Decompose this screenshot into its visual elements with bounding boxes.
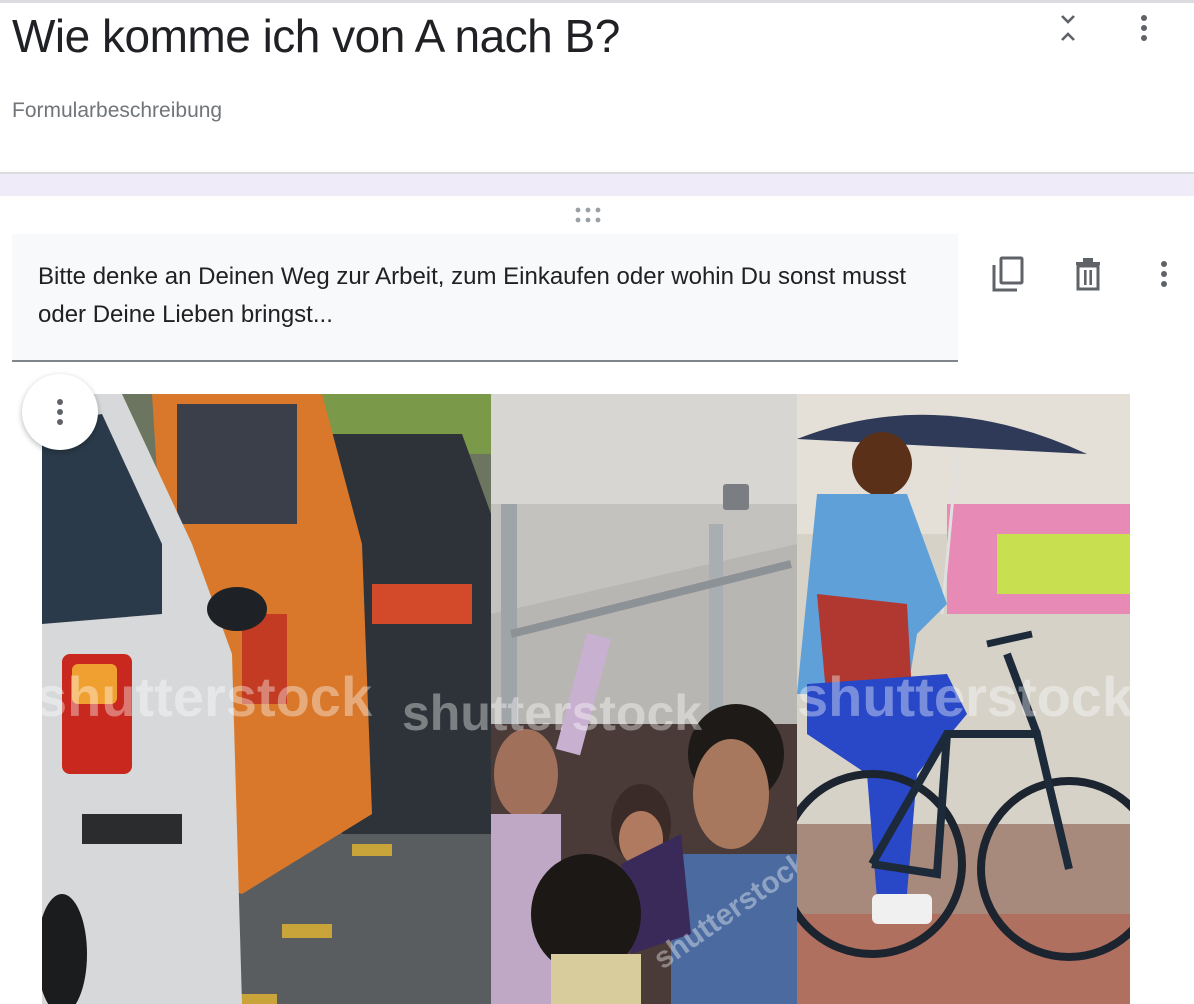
- subway-photo: shutterstock: [491, 394, 797, 1004]
- delete-icon: [1076, 258, 1100, 291]
- more-vert-icon: [1141, 15, 1147, 41]
- form-description-field[interactable]: Formularbeschreibung: [12, 97, 222, 125]
- section-gap: [0, 174, 1194, 196]
- traffic-jam-photo: shutterstock: [42, 394, 491, 1004]
- image-options-button[interactable]: [22, 374, 98, 450]
- duplicate-button[interactable]: [984, 250, 1032, 298]
- delete-button[interactable]: [1064, 250, 1112, 298]
- cyclist-photo: shutterstock: [797, 394, 1130, 1004]
- copy-icon: [992, 256, 1024, 292]
- collapse-button[interactable]: [1048, 8, 1088, 48]
- item-more-options-button[interactable]: [1140, 250, 1188, 298]
- form-image[interactable]: shutterstock shutterstock shutterstock s…: [42, 394, 1130, 1004]
- form-title[interactable]: Wie komme ich von A nach B?: [12, 8, 620, 64]
- text-item-field[interactable]: Bitte denke an Deinen Weg zur Arbeit, zu…: [12, 234, 958, 362]
- top-border: [0, 0, 1194, 3]
- text-item-content[interactable]: Bitte denke an Deinen Weg zur Arbeit, zu…: [38, 258, 938, 334]
- drag-handle[interactable]: [570, 203, 606, 227]
- unfold-less-icon: [1061, 15, 1075, 41]
- drag-handle-icon: [575, 207, 601, 223]
- more-vert-icon: [1161, 261, 1167, 287]
- form-more-options-button[interactable]: [1124, 8, 1164, 48]
- more-vert-icon: [57, 399, 63, 425]
